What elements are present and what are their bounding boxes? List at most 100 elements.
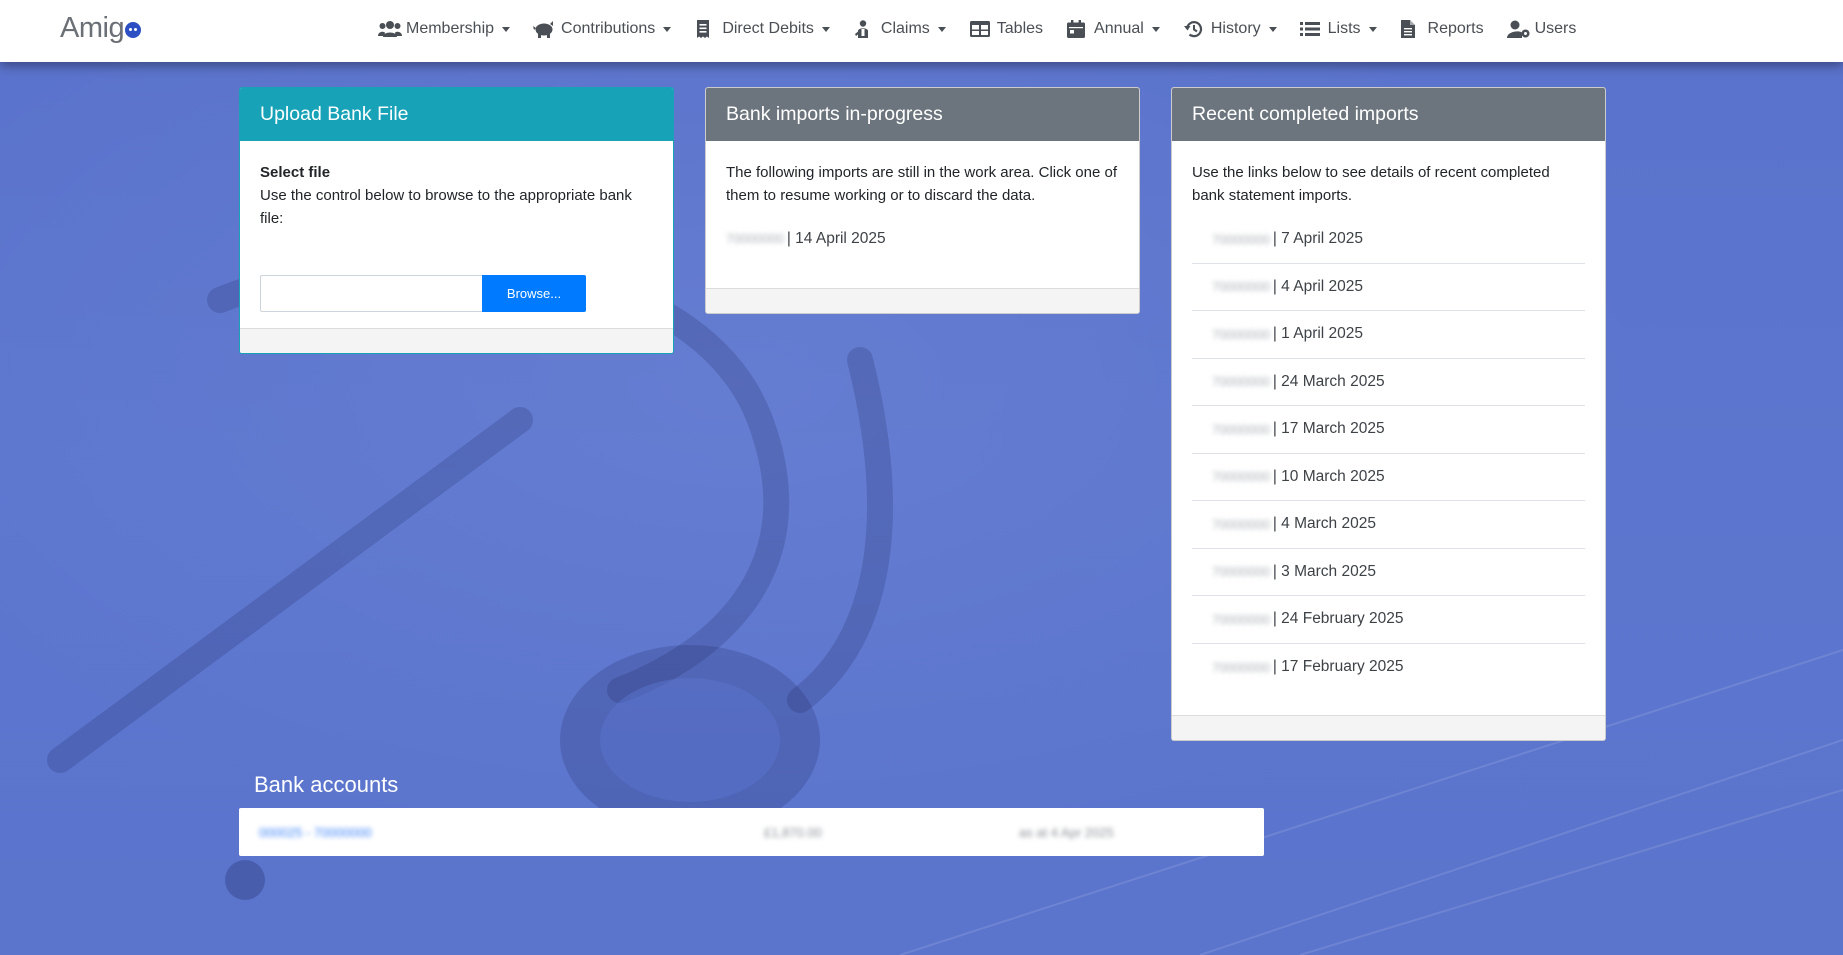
file-picker: Browse...	[260, 275, 586, 312]
list-item[interactable]: 70000000 | 14 April 2025	[706, 215, 1139, 263]
brand-text: Amig	[60, 12, 125, 44]
upload-card-footer	[240, 328, 673, 353]
import-date: | 14 April 2025	[786, 229, 886, 247]
chevron-down-icon	[1151, 26, 1160, 32]
upload-card-header: Upload Bank File	[240, 88, 673, 141]
brand-dot-icon	[125, 22, 142, 38]
nav-annual[interactable]: Annual	[1066, 20, 1160, 38]
person-injured-icon	[853, 20, 875, 38]
chevron-down-icon	[1368, 26, 1377, 32]
top-navbar: Amig Membership Contributions Direct Deb…	[0, 0, 1843, 62]
in-progress-card-title: Bank imports in-progress	[726, 103, 943, 125]
calendar-icon	[1066, 20, 1088, 38]
import-date: | 1 April 2025	[1272, 325, 1364, 343]
nav-users-label: Users	[1534, 20, 1577, 37]
bank-account-as-at: as at 4 Apr 2025	[1019, 824, 1114, 840]
upload-card-body: Select file Use the control below to bro…	[240, 141, 673, 230]
in-progress-card: Bank imports in-progress The following i…	[705, 87, 1140, 314]
bank-accounts-table: 000025 - 70000000 £1,870.00 as at 4 Apr …	[239, 808, 1264, 856]
chevron-down-icon	[663, 26, 672, 32]
completed-card-title: Recent completed imports	[1192, 103, 1419, 125]
brand-logo[interactable]: Amig	[60, 12, 142, 45]
browse-button[interactable]: Browse...	[482, 275, 586, 312]
in-progress-list: 70000000 | 14 April 2025	[706, 215, 1139, 263]
completed-list: 70000000 | 7 April 2025 70000000 | 4 April…	[1192, 216, 1585, 691]
in-progress-card-footer	[706, 288, 1139, 313]
list-item[interactable]: 70000000 | 24 March 2025	[1192, 359, 1585, 406]
import-account-link[interactable]: 70000000	[1212, 327, 1270, 342]
nav-direct-debits[interactable]: Direct Debits	[694, 20, 830, 38]
chevron-down-icon	[1268, 26, 1277, 32]
upload-instructions: Use the control below to browse to the a…	[260, 187, 632, 227]
history-icon	[1183, 20, 1205, 38]
table-icon	[969, 20, 991, 38]
main-nav: Membership Contributions Direct Debits C…	[378, 20, 1599, 38]
nav-contributions[interactable]: Contributions	[533, 20, 672, 38]
import-date: | 24 February 2025	[1272, 610, 1404, 628]
chevron-down-icon	[502, 26, 511, 32]
import-account-link[interactable]: 70000000	[1212, 612, 1270, 627]
import-account-link[interactable]: 70000000	[1212, 469, 1270, 484]
list-item[interactable]: 70000000 | 4 March 2025	[1192, 501, 1585, 549]
list-item[interactable]: 70000000 | 7 April 2025	[1192, 216, 1585, 264]
completed-imports-card: Recent completed imports Use the links b…	[1171, 87, 1606, 741]
file-path-input[interactable]	[260, 275, 482, 312]
upload-bank-file-card: Upload Bank File Select file Use the con…	[239, 87, 674, 354]
import-date: | 10 March 2025	[1272, 467, 1385, 485]
nav-history-label: History	[1210, 20, 1261, 37]
select-file-label: Select file	[260, 164, 331, 181]
user-cog-icon	[1506, 20, 1530, 38]
list-item[interactable]: 70000000 | 4 April 2025	[1192, 264, 1585, 311]
list-item[interactable]: 70000000 | 1 April 2025	[1192, 311, 1585, 359]
list-item[interactable]: 70000000 | 17 March 2025	[1192, 406, 1585, 454]
in-progress-card-header: Bank imports in-progress	[706, 88, 1139, 141]
import-date: | 4 April 2025	[1272, 277, 1364, 295]
receipt-icon	[694, 20, 716, 38]
nav-lists-label: Lists	[1327, 20, 1361, 37]
nav-users[interactable]: Users	[1506, 20, 1577, 38]
import-account-link[interactable]: 70000000	[1212, 232, 1270, 247]
nav-tables-label: Tables	[996, 20, 1044, 37]
bank-accounts-title: Bank accounts	[254, 772, 399, 797]
users-icon	[378, 20, 402, 38]
nav-membership[interactable]: Membership	[378, 20, 511, 38]
bank-account-balance: £1,870.00	[764, 824, 822, 840]
import-date: | 17 February 2025	[1272, 658, 1404, 676]
list-item[interactable]: 70000000 | 3 March 2025	[1192, 549, 1585, 596]
import-date: | 17 March 2025	[1272, 420, 1385, 438]
list-item[interactable]: 70000000 | 24 February 2025	[1192, 596, 1585, 644]
nav-claims[interactable]: Claims	[853, 20, 946, 38]
nav-direct-debits-label: Direct Debits	[722, 20, 814, 37]
nav-reports-label: Reports	[1427, 20, 1484, 37]
nav-membership-label: Membership	[406, 20, 495, 37]
nav-tables[interactable]: Tables	[969, 20, 1043, 38]
import-account-link[interactable]: 70000000	[726, 231, 784, 246]
list-item[interactable]: 70000000 | 10 March 2025	[1192, 454, 1585, 501]
completed-card-header: Recent completed imports	[1172, 88, 1605, 141]
nav-history[interactable]: History	[1183, 20, 1277, 38]
import-account-link[interactable]: 70000000	[1212, 279, 1270, 294]
nav-claims-label: Claims	[880, 20, 930, 37]
completed-card-footer	[1172, 715, 1605, 740]
import-account-link[interactable]: 70000000	[1212, 517, 1270, 532]
chevron-down-icon	[821, 26, 830, 32]
completed-description: Use the links below to see details of re…	[1192, 164, 1550, 204]
import-account-link[interactable]: 70000000	[1212, 374, 1270, 389]
bank-account-link[interactable]: 000025 - 70000000	[259, 825, 372, 840]
import-date: | 4 March 2025	[1272, 515, 1376, 533]
nav-reports[interactable]: Reports	[1400, 20, 1484, 38]
import-account-link[interactable]: 70000000	[1212, 564, 1270, 579]
import-account-link[interactable]: 70000000	[1212, 422, 1270, 437]
nav-annual-label: Annual	[1094, 20, 1144, 37]
in-progress-description: The following imports are still in the w…	[726, 164, 1117, 204]
in-progress-card-body: The following imports are still in the w…	[706, 141, 1139, 207]
import-date: | 7 April 2025	[1272, 230, 1364, 248]
list-icon	[1299, 20, 1322, 38]
import-account-link[interactable]: 70000000	[1212, 660, 1270, 675]
nav-lists[interactable]: Lists	[1299, 20, 1377, 38]
file-text-icon	[1400, 20, 1422, 38]
list-item[interactable]: 70000000 | 17 February 2025	[1192, 644, 1585, 692]
chevron-down-icon	[937, 26, 946, 32]
import-date: | 3 March 2025	[1272, 562, 1376, 580]
upload-card-title: Upload Bank File	[260, 103, 409, 125]
